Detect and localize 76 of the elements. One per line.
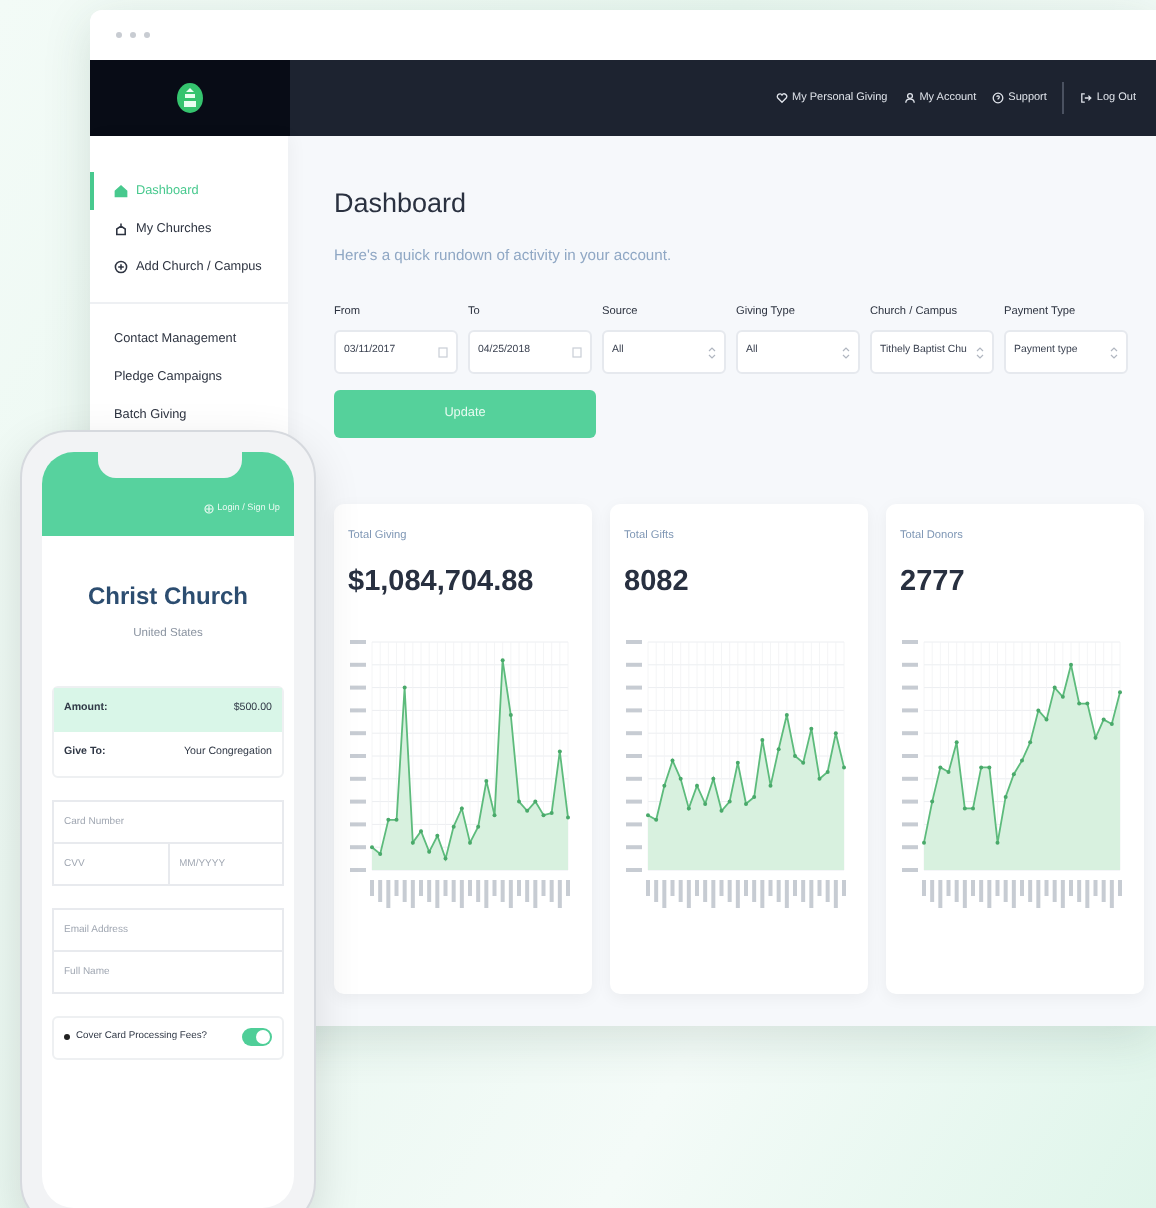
data-point (459, 806, 464, 811)
data-point (435, 834, 440, 839)
data-point (1036, 708, 1041, 713)
data-point (979, 765, 984, 770)
data-point (500, 658, 505, 663)
data-point (541, 813, 546, 818)
data-point (954, 740, 959, 745)
data-point (1101, 717, 1106, 722)
stat-value: 2777 (900, 564, 967, 603)
data-point (654, 818, 659, 823)
updown-arrows-icon (708, 345, 716, 360)
data-point (1028, 740, 1033, 745)
data-point (719, 809, 724, 814)
data-point (443, 856, 448, 861)
church-icon (114, 222, 128, 236)
data-point (825, 770, 830, 775)
calendar-icon (438, 346, 448, 359)
data-point (962, 806, 967, 811)
page-title: Dashboard (334, 186, 469, 222)
plus-circle-icon (114, 260, 128, 274)
data-point (930, 799, 935, 804)
data-point (703, 802, 708, 807)
data-point (946, 770, 951, 775)
data-point (557, 749, 562, 754)
data-point (752, 795, 757, 800)
phone-notch (98, 452, 242, 478)
church-name: Christ Church (85, 580, 250, 614)
data-point (1093, 736, 1098, 741)
updown-arrows-icon (842, 345, 850, 360)
data-point (1003, 795, 1008, 800)
data-point (394, 818, 399, 823)
data-point (686, 806, 691, 811)
stat-value: $1,084,704.88 (348, 564, 536, 603)
data-point (508, 713, 513, 718)
data-point (549, 811, 554, 816)
data-point (1044, 717, 1049, 722)
data-point (1085, 701, 1090, 706)
updown-arrows-icon (976, 345, 984, 360)
calendar-icon (572, 346, 582, 359)
data-point (1011, 772, 1016, 777)
data-point (492, 813, 497, 818)
data-point (484, 779, 489, 784)
data-point (727, 799, 732, 804)
data-point (678, 777, 683, 782)
data-point (1060, 695, 1065, 700)
data-point (378, 852, 383, 857)
updown-arrows-icon (1110, 345, 1118, 360)
dot-icon (64, 1034, 70, 1041)
logout-icon (1080, 92, 1093, 104)
data-point (784, 713, 789, 718)
help-icon (992, 92, 1005, 104)
login-icon (203, 504, 214, 515)
data-point (711, 777, 716, 782)
data-point (525, 809, 530, 814)
stat-value: 8082 (624, 564, 691, 603)
data-point (1109, 722, 1114, 727)
data-point (1077, 701, 1082, 706)
data-point (735, 761, 740, 766)
data-point (760, 738, 765, 743)
data-point (1052, 685, 1057, 690)
user-icon (903, 92, 916, 104)
data-point (801, 761, 806, 766)
data-point (427, 850, 432, 855)
data-point (833, 731, 838, 736)
data-point (670, 758, 675, 763)
heart-icon (776, 92, 789, 104)
data-point (987, 765, 992, 770)
data-point (402, 685, 407, 690)
data-point (533, 799, 538, 804)
home-icon (114, 184, 128, 198)
data-point (938, 765, 943, 770)
toggle-switch[interactable] (242, 1028, 272, 1047)
logo-icon[interactable] (176, 82, 204, 114)
data-point (817, 777, 822, 782)
data-point (776, 747, 781, 752)
data-point (386, 818, 391, 823)
